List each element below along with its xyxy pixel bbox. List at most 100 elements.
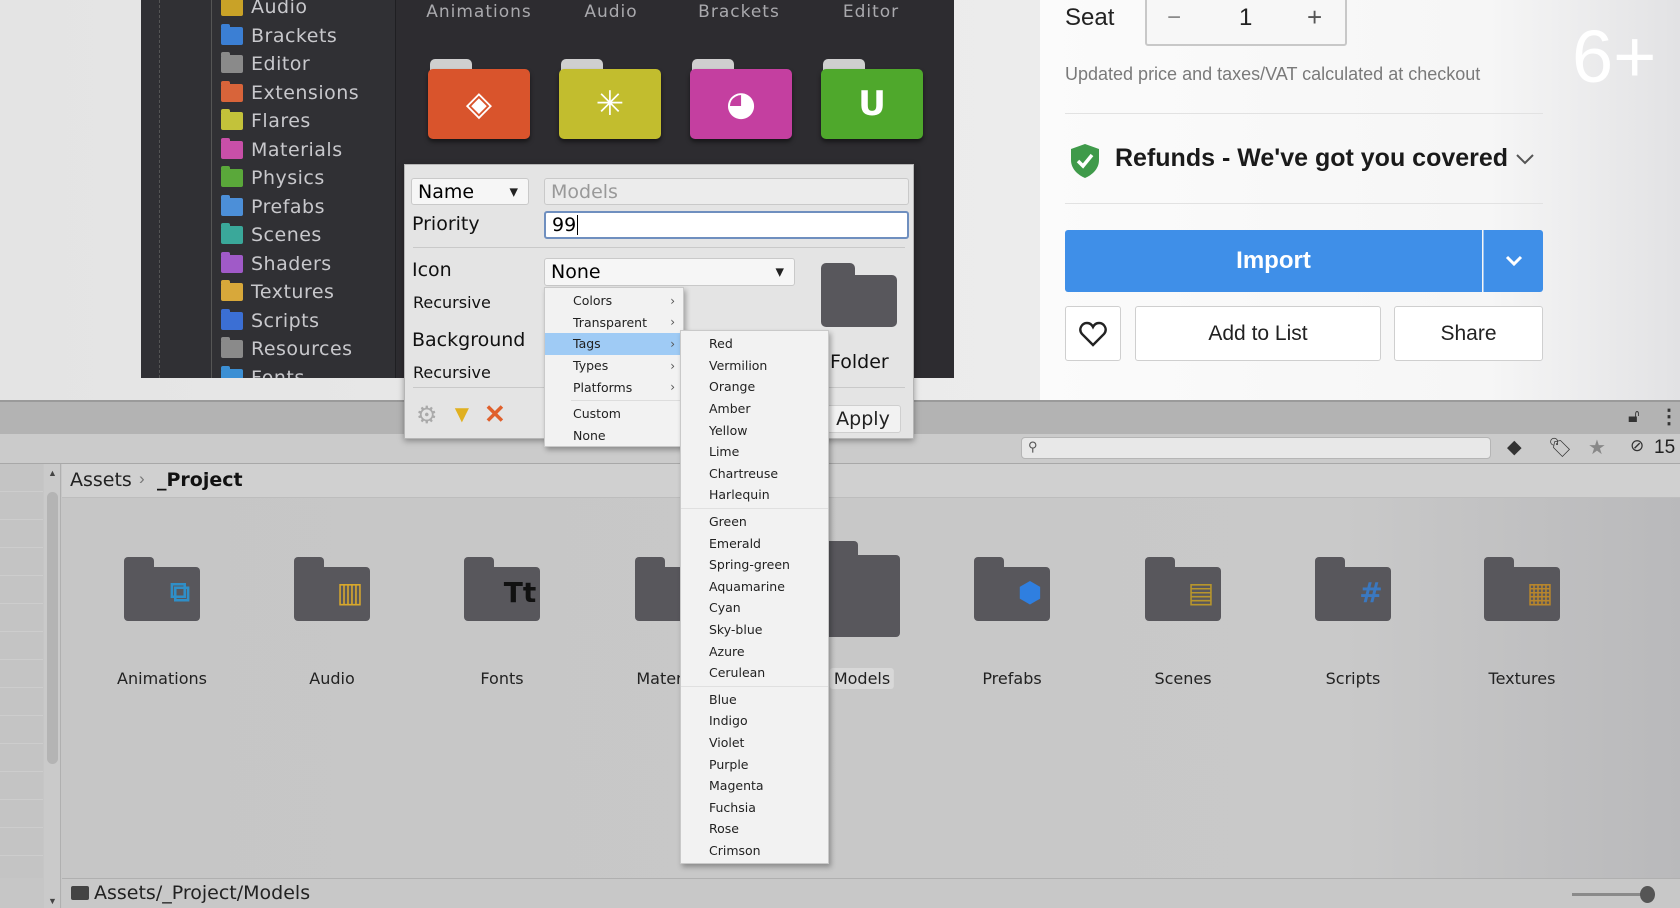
scrollbar-thumb[interactable] bbox=[47, 492, 58, 764]
price-note: Updated price and taxes/VAT calculated a… bbox=[1065, 64, 1481, 84]
menu-item-tags[interactable]: Tags › bbox=[545, 333, 683, 355]
script-hash-icon: # bbox=[1359, 575, 1383, 609]
tag-item-harlequin[interactable]: Harlequin bbox=[681, 484, 828, 506]
tag-item-label: Indigo bbox=[709, 713, 748, 729]
tag-item-red[interactable]: Red bbox=[681, 333, 828, 355]
filter-by-label-icon[interactable]: 🏷︎ bbox=[1548, 436, 1572, 460]
favorite-button[interactable] bbox=[1065, 306, 1121, 361]
share-button[interactable]: Share bbox=[1394, 306, 1543, 361]
breadcrumb-assets[interactable]: Assets bbox=[70, 469, 132, 491]
folder-scenes[interactable]: ▤ bbox=[1145, 557, 1221, 621]
menu-item-platforms[interactable]: Platforms › bbox=[545, 376, 683, 398]
folder-textures[interactable]: ▦ bbox=[1484, 557, 1560, 621]
hidden-packages-eye-icon[interactable]: ⊘ bbox=[1630, 436, 1644, 456]
refunds-row[interactable]: Refunds - We've got you covered bbox=[1065, 140, 1543, 180]
tree-item: Extensions bbox=[221, 79, 359, 107]
lock-icon[interactable]: 🔓︎ bbox=[1628, 406, 1640, 427]
apply-button[interactable]: Apply bbox=[825, 405, 901, 433]
tag-item-lime[interactable]: Lime bbox=[681, 441, 828, 463]
filter-funnel-icon[interactable]: ▼ bbox=[450, 401, 474, 429]
material-ball-icon: ◕ bbox=[726, 84, 756, 124]
tag-item-label: Vermilion bbox=[709, 357, 768, 373]
tag-item-yellow[interactable]: Yellow bbox=[681, 419, 828, 441]
tree-item: Physics bbox=[221, 164, 325, 192]
tag-item-emerald[interactable]: Emerald bbox=[681, 532, 828, 554]
tag-item-vermilion[interactable]: Vermilion bbox=[681, 355, 828, 377]
menu-item-label: Transparent bbox=[573, 314, 648, 330]
tag-item-amber[interactable]: Amber bbox=[681, 398, 828, 420]
settings-gear-icon[interactable]: ⚙ bbox=[416, 401, 438, 430]
tag-item-label: Fuchsia bbox=[709, 799, 756, 815]
more-options-icon[interactable]: ⋮ bbox=[1659, 404, 1679, 429]
tag-item-violet[interactable]: Violet bbox=[681, 732, 828, 754]
folder-models[interactable] bbox=[824, 541, 900, 637]
flare-icon: ✳ bbox=[595, 84, 625, 124]
breadcrumb-project[interactable]: _Project bbox=[157, 469, 243, 491]
menu-item-types[interactable]: Types › bbox=[545, 355, 683, 377]
folder-scripts[interactable]: # bbox=[1315, 557, 1391, 621]
scrollbar[interactable]: ▲ ▼ bbox=[44, 464, 61, 908]
tag-item-fuchsia[interactable]: Fuchsia bbox=[681, 796, 828, 818]
filter-by-type-icon[interactable]: ◆ bbox=[1507, 436, 1522, 459]
priority-input[interactable]: 99 bbox=[544, 211, 909, 239]
icon-size-slider-handle[interactable] bbox=[1640, 886, 1655, 903]
tree-item-label: Flares bbox=[251, 110, 311, 132]
apply-label: Apply bbox=[836, 408, 890, 430]
tag-item-indigo[interactable]: Indigo bbox=[681, 710, 828, 732]
folder-prefabs[interactable]: ⬢ bbox=[974, 557, 1050, 621]
tag-item-label: Aquamarine bbox=[709, 578, 785, 594]
import-options-button[interactable] bbox=[1483, 230, 1543, 292]
delete-x-icon[interactable]: ✕ bbox=[484, 399, 506, 430]
tag-item-purple[interactable]: Purple bbox=[681, 753, 828, 775]
match-type-dropdown[interactable]: Name ▼ bbox=[411, 178, 529, 205]
folder-fonts[interactable]: Tt bbox=[464, 557, 540, 621]
tag-item-label: Cyan bbox=[709, 600, 741, 616]
folder-label: Scenes bbox=[1154, 669, 1212, 688]
menu-item-custom[interactable]: Custom bbox=[545, 403, 683, 425]
add-to-list-button[interactable]: Add to List bbox=[1135, 306, 1381, 361]
tag-item-magenta[interactable]: Magenta bbox=[681, 775, 828, 797]
flares-folder-icon bbox=[221, 109, 243, 130]
tree-item: Textures bbox=[221, 278, 334, 306]
priority-value: 99 bbox=[552, 214, 577, 236]
folder-label: Prefabs bbox=[982, 669, 1042, 688]
tag-item-aquamarine[interactable]: Aquamarine bbox=[681, 576, 828, 598]
texture-checker-icon: ▦ bbox=[1526, 575, 1554, 609]
import-button[interactable]: Import bbox=[1065, 230, 1482, 292]
tree-item-label: Shaders bbox=[251, 252, 332, 275]
tag-item-cyan[interactable]: Cyan bbox=[681, 597, 828, 619]
tag-item-spring-green[interactable]: Spring-green bbox=[681, 554, 828, 576]
tree-item: Scenes bbox=[221, 221, 322, 249]
name-input[interactable]: Models bbox=[544, 178, 909, 205]
menu-item-label: Types bbox=[573, 358, 609, 374]
seat-increment-button[interactable]: + bbox=[1307, 2, 1322, 33]
icon-dropdown[interactable]: None ▼ bbox=[544, 258, 795, 286]
icon-size-slider[interactable] bbox=[1572, 893, 1644, 896]
folder-audio[interactable]: ▥ bbox=[294, 557, 370, 621]
seat-value: 1 bbox=[1239, 4, 1253, 31]
tag-item-orange[interactable]: Orange bbox=[681, 376, 828, 398]
seat-decrement-button[interactable]: − bbox=[1167, 4, 1181, 32]
menu-item-transparent[interactable]: Transparent › bbox=[545, 312, 683, 334]
tag-item-label: Rose bbox=[709, 821, 739, 837]
tag-item-cerulean[interactable]: Cerulean bbox=[681, 662, 828, 684]
seat-stepper[interactable]: − 1 + bbox=[1145, 0, 1347, 46]
tag-item-label: Yellow bbox=[709, 422, 748, 438]
tag-item-chartreuse[interactable]: Chartreuse bbox=[681, 463, 828, 485]
tag-item-green[interactable]: Green bbox=[681, 511, 828, 533]
menu-item-label: Platforms bbox=[573, 379, 633, 395]
tag-item-blue[interactable]: Blue bbox=[681, 689, 828, 711]
tag-item-sky-blue[interactable]: Sky-blue bbox=[681, 619, 828, 641]
colored-folder: U bbox=[821, 59, 923, 139]
tag-item-crimson[interactable]: Crimson bbox=[681, 840, 828, 862]
folder-animations[interactable]: ⧉ bbox=[124, 557, 200, 621]
tag-item-rose[interactable]: Rose bbox=[681, 818, 828, 840]
chevron-right-icon: › bbox=[670, 315, 675, 330]
scenes-folder-icon bbox=[221, 223, 243, 244]
menu-item-none[interactable]: None bbox=[545, 425, 683, 447]
menu-item-colors[interactable]: Colors › bbox=[545, 290, 683, 312]
menu-item-label: None bbox=[573, 427, 606, 443]
tag-item-azure[interactable]: Azure bbox=[681, 640, 828, 662]
favorites-star-icon[interactable]: ★ bbox=[1588, 435, 1606, 460]
search-input[interactable]: ⚲ bbox=[1021, 437, 1491, 459]
